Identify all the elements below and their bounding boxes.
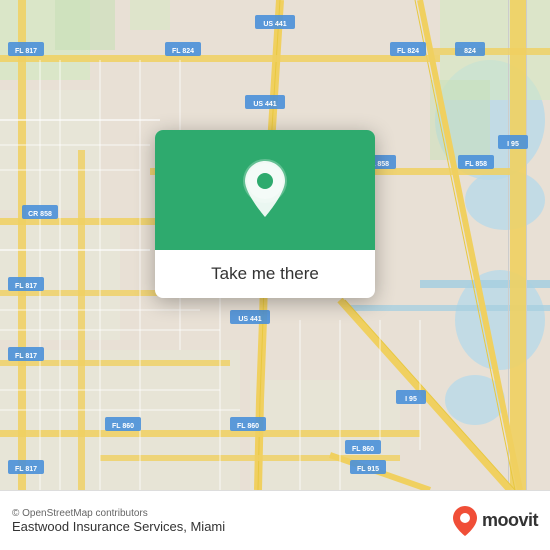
svg-text:CR 858: CR 858 xyxy=(28,211,52,218)
svg-text:I 95: I 95 xyxy=(507,141,519,148)
svg-text:FL 915: FL 915 xyxy=(357,466,379,473)
moovit-logo: moovit xyxy=(452,505,538,537)
popup-card: Take me there xyxy=(155,130,375,298)
svg-text:FL 858: FL 858 xyxy=(465,161,487,168)
svg-text:FL 817: FL 817 xyxy=(15,466,37,473)
svg-text:FL 817: FL 817 xyxy=(15,283,37,290)
svg-text:US 441: US 441 xyxy=(238,316,261,323)
svg-text:FL 824: FL 824 xyxy=(397,48,419,55)
info-bar: © OpenStreetMap contributors Eastwood In… xyxy=(0,490,550,550)
svg-text:FL 824: FL 824 xyxy=(172,48,194,55)
svg-text:FL 860: FL 860 xyxy=(352,446,374,453)
location-name: Eastwood Insurance Services, Miami xyxy=(12,519,225,534)
svg-text:FL 860: FL 860 xyxy=(112,423,134,430)
svg-text:824: 824 xyxy=(464,48,476,55)
svg-text:US 441: US 441 xyxy=(253,101,276,108)
popup-green-area xyxy=(155,130,375,250)
svg-text:FL 817: FL 817 xyxy=(15,48,37,55)
moovit-text: moovit xyxy=(482,510,538,531)
svg-text:FL 817: FL 817 xyxy=(15,353,37,360)
take-me-there-button[interactable]: Take me there xyxy=(155,250,375,298)
location-pin-icon xyxy=(239,159,291,221)
svg-text:I 95: I 95 xyxy=(405,396,417,403)
map-container: FL 817 FL 824 FL 824 824 US 441 US 441 F… xyxy=(0,0,550,490)
svg-text:US 441: US 441 xyxy=(263,21,286,28)
moovit-pin-icon xyxy=(452,505,478,537)
attribution-text: © OpenStreetMap contributors xyxy=(12,508,225,519)
svg-text:FL 860: FL 860 xyxy=(237,423,259,430)
info-text: © OpenStreetMap contributors Eastwood In… xyxy=(12,508,225,534)
